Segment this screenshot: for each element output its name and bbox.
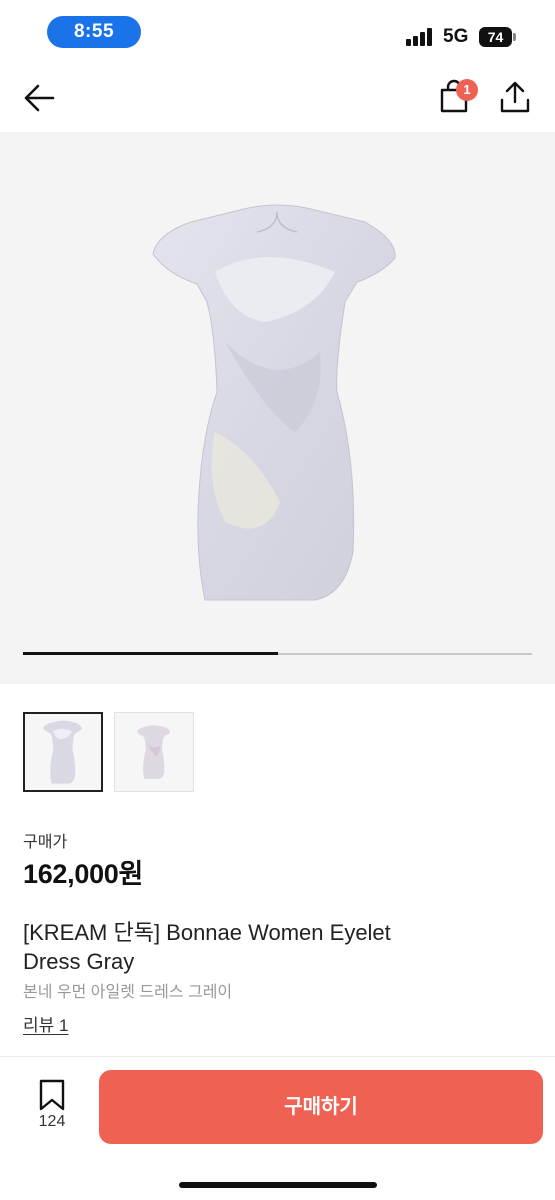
- share-upload-icon[interactable]: [498, 80, 532, 114]
- thumbnail-image: [137, 725, 170, 779]
- bottom-action-bar: 124 구매하기: [0, 1056, 555, 1200]
- product-image-gallery[interactable]: [0, 132, 555, 684]
- cart-count-badge: 1: [456, 79, 478, 101]
- product-subtitle: 본네 우먼 아일렛 드레스 그레이: [23, 984, 233, 1001]
- thumbnail-2[interactable]: [114, 712, 194, 792]
- price-label: 구매가: [23, 834, 68, 851]
- thumbnail-image: [43, 720, 82, 784]
- product-title: [KREAM 단독] Bonnae Women Eyelet Dress Gra…: [23, 920, 391, 974]
- status-bar: 8:55 5G 74: [0, 0, 555, 62]
- network-type: 5G: [443, 26, 469, 47]
- gallery-progress-fill: [23, 652, 278, 655]
- wishlist-button[interactable]: 124: [30, 1079, 74, 1139]
- thumbnail-1[interactable]: [23, 712, 103, 792]
- wishlist-count: 124: [38, 1113, 66, 1130]
- bookmark-icon: [39, 1079, 65, 1111]
- top-navigation: 1: [0, 62, 555, 132]
- cellular-signal-icon: [406, 28, 436, 46]
- status-time: 8:55: [47, 16, 141, 48]
- battery-level: 74: [479, 27, 512, 47]
- review-link[interactable]: 리뷰 1: [23, 1011, 68, 1036]
- home-indicator: [179, 1182, 377, 1188]
- product-price: 162,000원: [23, 859, 144, 889]
- battery-icon: 74: [479, 27, 516, 47]
- arrow-left-icon[interactable]: [22, 82, 56, 114]
- product-image: [152, 204, 396, 601]
- gallery-progress-bar: [23, 652, 532, 655]
- buy-button[interactable]: 구매하기: [99, 1070, 543, 1144]
